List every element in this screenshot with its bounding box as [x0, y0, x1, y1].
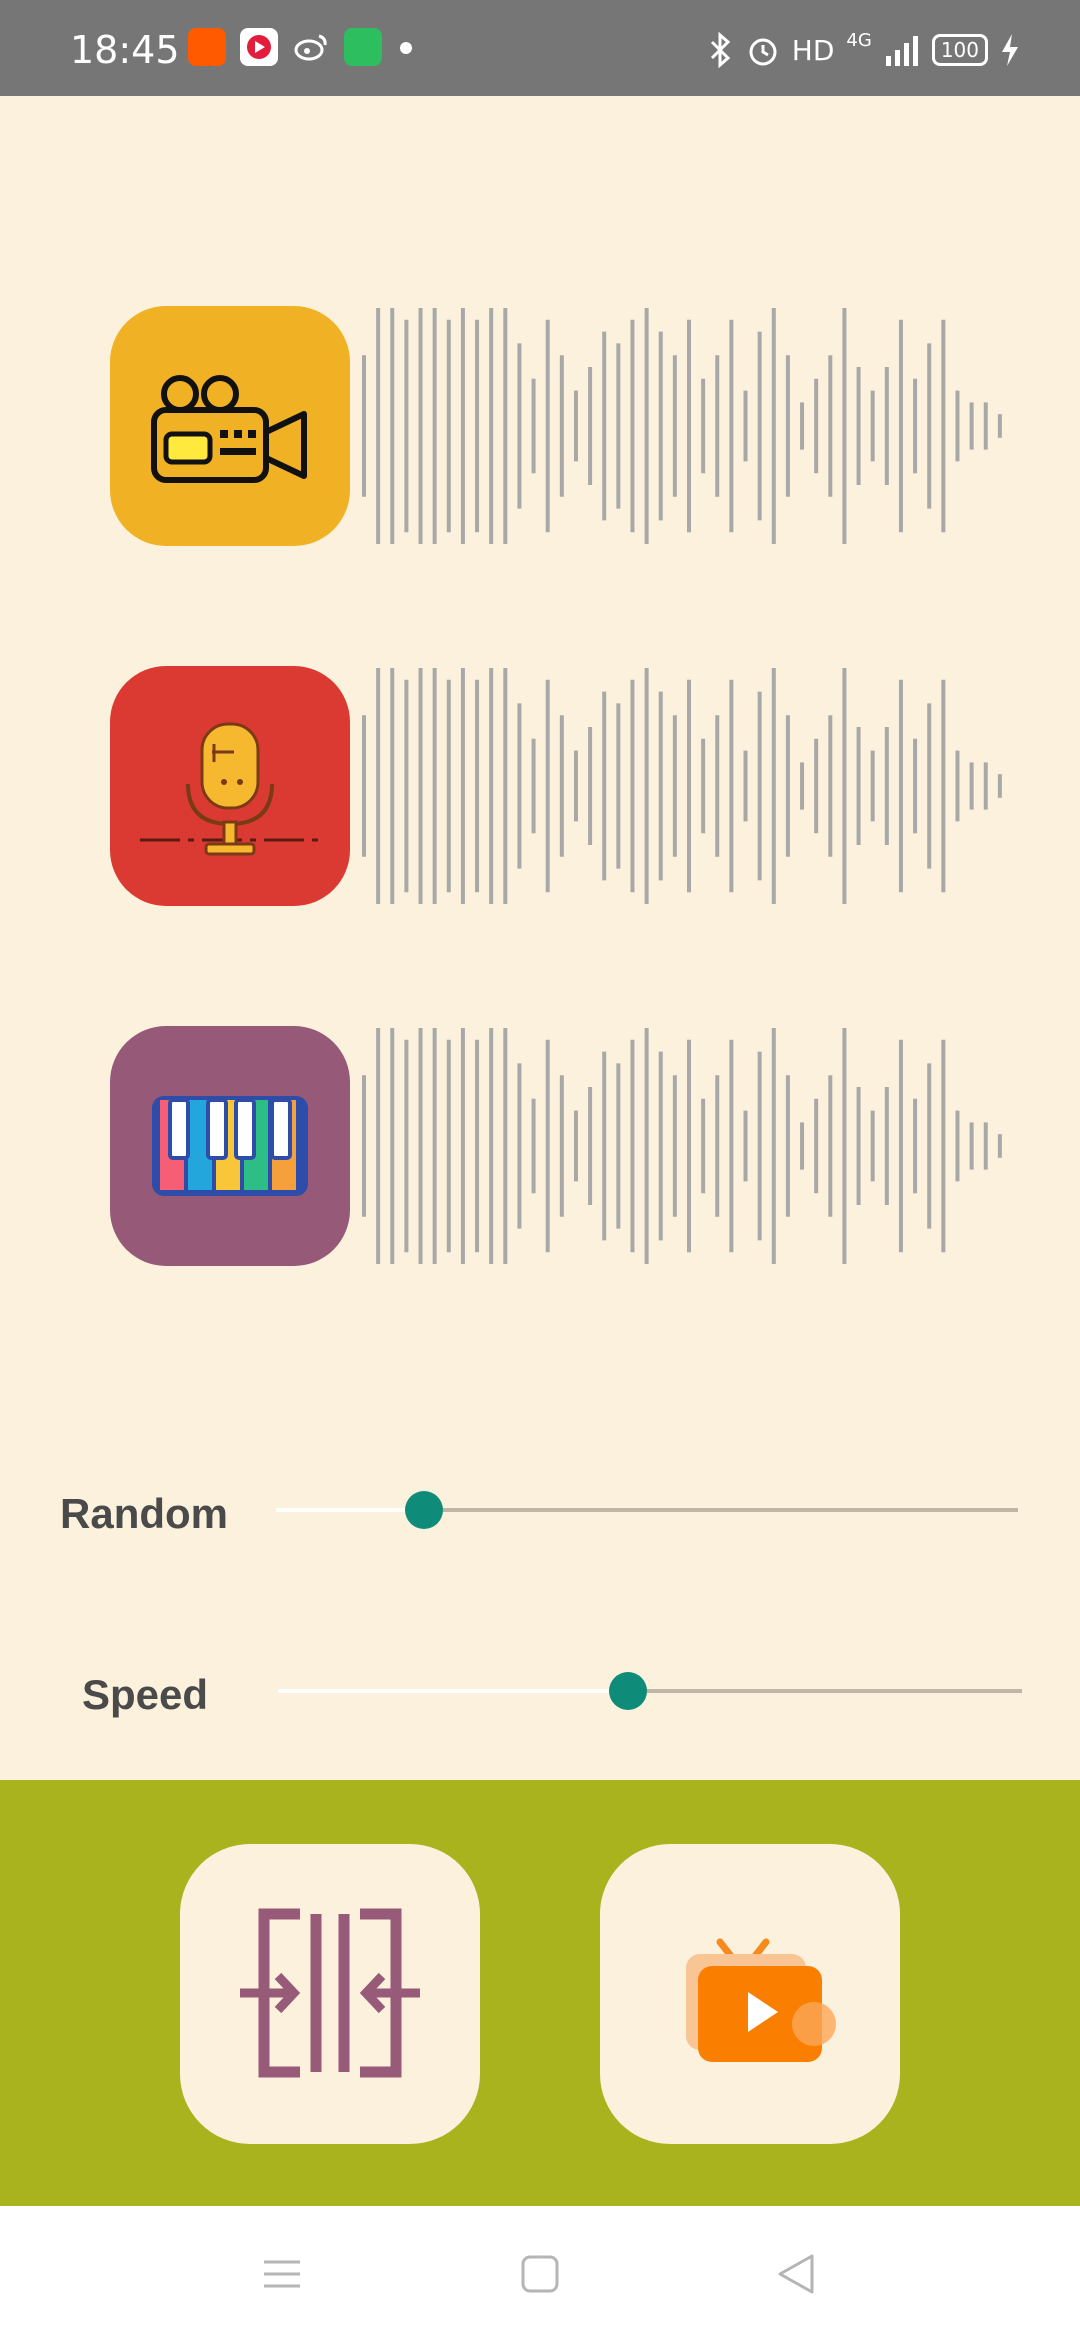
signal-icon	[885, 36, 918, 66]
back-icon[interactable]	[772, 2250, 820, 2298]
piano-button[interactable]	[110, 1026, 350, 1266]
film-camera-icon	[151, 375, 307, 483]
bluetooth-icon	[710, 32, 730, 68]
status-bar: 18:45 HD 4G 100	[0, 0, 1080, 96]
microphone-icon	[140, 722, 320, 856]
network-label: HD	[791, 33, 835, 67]
microphone-button[interactable]	[110, 666, 350, 906]
random-slider[interactable]	[276, 1491, 1018, 1529]
merge-button[interactable]	[180, 1844, 480, 2144]
home-icon[interactable]	[516, 2250, 564, 2298]
action-panel	[0, 1780, 1080, 2206]
taobao-icon	[188, 28, 226, 66]
weibo-icon	[292, 28, 330, 66]
track-camera	[110, 306, 1010, 546]
battery-level: 100	[940, 38, 979, 62]
random-slider-row: Random	[0, 1470, 1080, 1550]
alarm-icon	[749, 38, 777, 66]
speed-label: Speed	[82, 1671, 209, 1718]
video-app-icon	[240, 28, 278, 66]
waveform-microphone	[362, 668, 1002, 904]
charging-icon	[1002, 34, 1018, 66]
speed-slider-rest	[628, 1689, 1022, 1693]
battery-icon: 100	[931, 34, 988, 66]
green-app-icon	[344, 28, 382, 66]
camera-button[interactable]	[110, 306, 350, 546]
merge-icon	[240, 1908, 420, 2078]
status-right: HD 4G 100	[708, 30, 1020, 70]
speed-slider-thumb[interactable]	[609, 1672, 647, 1710]
random-slider-fill	[276, 1508, 424, 1512]
status-time: 18:45	[70, 28, 180, 72]
piano-keys-icon	[152, 1096, 308, 1196]
track-microphone	[110, 666, 1010, 906]
more-notifications-dot	[400, 42, 412, 54]
random-slider-thumb[interactable]	[405, 1491, 443, 1529]
random-slider-rest	[424, 1508, 1018, 1512]
track-piano	[110, 1026, 1010, 1266]
video-button[interactable]	[600, 1844, 900, 2144]
video-play-icon	[686, 1938, 836, 2062]
waveform-piano	[362, 1028, 1002, 1264]
menu-icon[interactable]	[258, 2250, 306, 2298]
speed-slider-row: Speed	[0, 1651, 1080, 1731]
waveform-camera	[362, 308, 1002, 544]
random-label: Random	[60, 1490, 228, 1537]
speed-slider-fill	[278, 1689, 628, 1693]
signal-label: 4G	[846, 30, 872, 51]
main-area: Random Speed	[0, 96, 1080, 1780]
system-nav-bar	[0, 2206, 1080, 2340]
speed-slider[interactable]	[278, 1672, 1022, 1710]
